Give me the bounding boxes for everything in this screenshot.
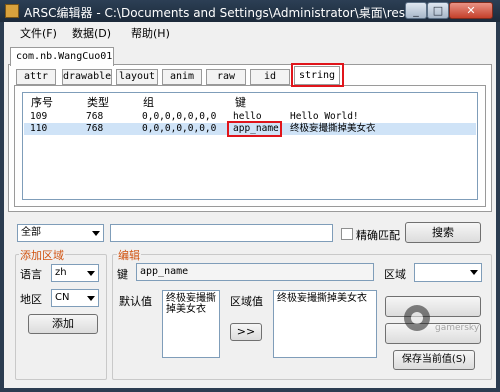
scope-select-value: 全部 — [21, 227, 41, 238]
watermark-text: gamersky — [435, 323, 480, 333]
search-input[interactable] — [110, 224, 333, 242]
row-group: 0,0,0,0,0,0,0 — [142, 123, 217, 134]
tab-id[interactable]: id — [250, 69, 290, 85]
default-value-field[interactable]: 终极妄撮撕掉美女衣 — [162, 290, 220, 358]
chevron-down-icon — [470, 270, 478, 275]
add-region-title: 添加区域 — [19, 247, 65, 263]
row-value: Hello World! — [290, 111, 359, 122]
add-button[interactable]: 添加 — [28, 314, 98, 334]
scope-select[interactable]: 全部 — [17, 224, 104, 242]
chevron-down-icon — [87, 271, 95, 276]
tab-attr[interactable]: attr — [16, 69, 56, 85]
default-value-label: 默认值 — [119, 295, 152, 308]
region-label: 地区 — [20, 293, 42, 306]
column-header-type[interactable]: 类型 — [87, 94, 109, 110]
copy-to-region-button[interactable]: >> — [230, 323, 262, 341]
window-border-bottom — [0, 388, 500, 392]
key-highlight — [227, 121, 282, 137]
watermark-emblem-center — [411, 312, 423, 324]
column-header-key[interactable]: 键 — [235, 94, 246, 110]
tab-raw[interactable]: raw — [206, 69, 246, 85]
menu-bar: 文件(F) 数据(D) 帮助(H) — [4, 22, 496, 42]
window-border-left — [0, 22, 4, 392]
key-field[interactable]: app_name — [136, 263, 374, 281]
close-button[interactable]: ✕ — [449, 2, 493, 19]
string-tab-highlight — [291, 63, 344, 87]
app-icon — [5, 4, 19, 18]
editor-region-label: 区域 — [384, 268, 406, 281]
row-type: 768 — [86, 111, 104, 122]
row-type: 768 — [86, 123, 104, 134]
editor-title: 编辑 — [117, 247, 141, 263]
search-button[interactable]: 搜索 — [405, 222, 481, 243]
tab-layout[interactable]: layout — [116, 69, 158, 85]
menu-file[interactable]: 文件(F) — [20, 25, 57, 41]
tab-drawable[interactable]: drawable — [62, 69, 112, 85]
region-select-value: CN — [55, 292, 70, 303]
menu-data[interactable]: 数据(D) — [72, 25, 111, 41]
column-header-index[interactable]: 序号 — [31, 94, 53, 110]
column-header-group[interactable]: 组 — [143, 94, 154, 110]
language-label: 语言 — [20, 268, 42, 281]
row-value: 终极妄撮撕掉美女衣 — [290, 123, 376, 134]
window-border-right — [496, 22, 500, 392]
watermark-logo: gamersky — [404, 305, 480, 333]
maximize-button[interactable]: □ — [427, 2, 449, 19]
menu-help[interactable]: 帮助(H) — [131, 25, 170, 41]
window-title: ARSC编辑器 - C:\Documents and Settings\Admi… — [24, 6, 443, 20]
region-value-label: 区域值 — [230, 295, 263, 308]
chevron-down-icon — [87, 296, 95, 301]
language-select-value: zh — [55, 267, 67, 278]
string-list[interactable]: 序号 类型 组 键 109 768 0,0,0,0,0,0,0 hello He… — [22, 92, 478, 200]
file-tab[interactable]: com.nb.WangCuo01 — [10, 47, 114, 66]
chevron-down-icon — [92, 231, 100, 236]
exact-match-checkbox[interactable] — [341, 228, 353, 240]
minimize-button[interactable]: _ — [405, 2, 427, 19]
exact-match-label: 精确匹配 — [356, 229, 400, 242]
language-select[interactable]: zh — [51, 264, 99, 282]
row-index: 109 — [30, 111, 48, 122]
key-label: 键 — [117, 268, 128, 281]
tab-anim[interactable]: anim — [162, 69, 202, 85]
save-current-value-button[interactable]: 保存当前值(S) — [393, 350, 475, 370]
region-select[interactable]: CN — [51, 289, 99, 307]
title-bar: ARSC编辑器 - C:\Documents and Settings\Admi… — [0, 0, 500, 22]
editor-region-select[interactable] — [414, 263, 482, 282]
region-value-field[interactable]: 终极妄撮撕掉美女衣 — [273, 290, 377, 358]
row-index: 110 — [30, 123, 48, 134]
row-group: 0,0,0,0,0,0,0 — [142, 111, 217, 122]
